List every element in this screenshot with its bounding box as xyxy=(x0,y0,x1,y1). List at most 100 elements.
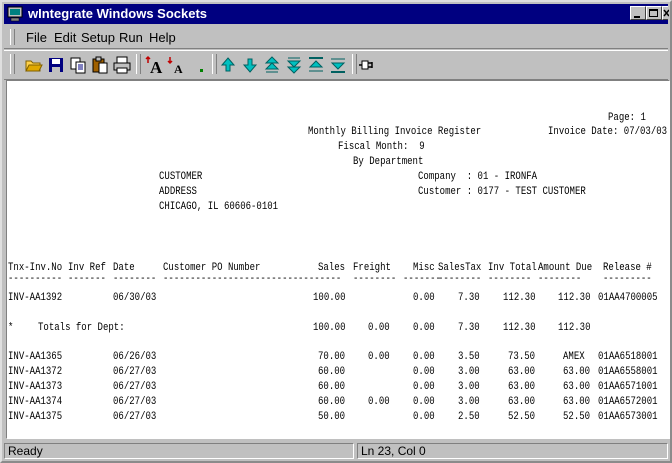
row-total: 63.00 xyxy=(508,381,536,393)
arrow-down-icon[interactable] xyxy=(240,55,260,75)
row-tax: 3.50 xyxy=(458,351,480,363)
row-sales: 50.00 xyxy=(318,411,346,423)
row1-tax: 7.30 xyxy=(458,292,480,304)
underline-tnx: ---------- xyxy=(8,273,63,285)
dept-total-misc: 0.00 xyxy=(413,322,435,334)
report-by-department: By Department xyxy=(353,156,424,168)
menu-file[interactable]: File xyxy=(26,30,47,45)
copy-icon[interactable] xyxy=(68,55,88,75)
row1-total: 112.30 xyxy=(503,292,536,304)
underline-invref: ------- xyxy=(68,273,106,285)
menu-edit-label: Edit xyxy=(54,30,77,45)
row-due: AMEX xyxy=(563,351,585,363)
underline-salestax: -------- xyxy=(438,273,482,285)
arrow-up-icon[interactable] xyxy=(218,55,238,75)
toolbar-separator xyxy=(136,54,141,74)
row-due: 63.00 xyxy=(563,366,591,378)
page-up-icon[interactable] xyxy=(262,55,282,75)
row-tnx: INV-AA1375 xyxy=(8,411,63,423)
maximize-icon xyxy=(649,9,658,17)
toolbar-grip[interactable] xyxy=(10,54,15,74)
report-fiscal-month: Fiscal Month: 9 xyxy=(338,141,425,153)
row-release: 01AA6571001 xyxy=(598,381,658,393)
print-icon[interactable] xyxy=(112,55,132,75)
dept-total-label: Totals for Dept: xyxy=(38,322,125,334)
row-due: 52.50 xyxy=(563,411,591,423)
top-icon[interactable] xyxy=(306,55,326,75)
status-position: Ln 23, Col 0 xyxy=(357,443,668,459)
row-sales: 60.00 xyxy=(318,396,346,408)
menu-edit[interactable]: Edit xyxy=(54,30,76,45)
row1-tnx: INV-AA1392 xyxy=(8,292,63,304)
report-company: Company : 01 - IRONFA xyxy=(418,171,538,183)
report-page: Page: 1 xyxy=(608,112,646,124)
customer-city: CHICAGO, IL 60606-0101 xyxy=(159,201,279,213)
row-total: 63.00 xyxy=(508,366,536,378)
toolbar-separator-2 xyxy=(212,54,217,74)
minimize-icon xyxy=(634,16,640,18)
menu-setup-label: Setup xyxy=(81,30,115,45)
dept-total-due: 112.30 xyxy=(558,322,591,334)
underline-misc: ------- xyxy=(403,273,441,285)
font-smaller-icon[interactable]: A xyxy=(166,55,186,75)
terminal-app-icon[interactable] xyxy=(7,6,23,22)
maximize-button[interactable] xyxy=(646,6,662,20)
dept-total-sales: 100.00 xyxy=(313,322,346,334)
row-tnx: INV-AA1373 xyxy=(8,381,63,393)
row-misc: 0.00 xyxy=(413,411,435,423)
page-down-icon[interactable] xyxy=(284,55,304,75)
toolbar: A A xyxy=(4,50,668,80)
connect-plug-icon[interactable] xyxy=(358,55,378,75)
menu-setup[interactable]: Setup xyxy=(81,30,115,45)
title-bar[interactable]: wIntegrate Windows Sockets xyxy=(4,4,670,24)
row-due: 63.00 xyxy=(563,381,591,393)
row-date: 06/26/03 xyxy=(113,351,157,363)
row-release: 01AA6573001 xyxy=(598,411,658,423)
address-label: ADDRESS xyxy=(159,186,197,198)
row-tax: 2.50 xyxy=(458,411,480,423)
underline-po: ------------------------- xyxy=(163,273,299,285)
underline-sales: -------- xyxy=(298,273,342,285)
terminal-screen[interactable]: Page: 1 Monthly Billing Invoice Register… xyxy=(6,80,670,439)
row1-release: 01AA4700005 xyxy=(598,292,658,304)
row-date: 06/27/03 xyxy=(113,411,157,423)
menu-file-label: File xyxy=(26,30,47,45)
row-tnx: INV-AA1365 xyxy=(8,351,63,363)
paste-icon[interactable] xyxy=(90,55,110,75)
row-misc: 0.00 xyxy=(413,366,435,378)
row-freight: 0.00 xyxy=(368,396,390,408)
open-folder-icon[interactable] xyxy=(24,55,44,75)
underline-freight: -------- xyxy=(353,273,397,285)
row1-misc: 0.00 xyxy=(413,292,435,304)
menu-help[interactable]: Help xyxy=(149,30,176,45)
underline-date: -------- xyxy=(113,273,157,285)
minimize-button[interactable] xyxy=(630,6,646,20)
bottom-icon[interactable] xyxy=(328,55,348,75)
toolbar-separator-3 xyxy=(352,54,357,74)
row-tax: 3.00 xyxy=(458,366,480,378)
row-total: 73.50 xyxy=(508,351,536,363)
menubar-grip[interactable] xyxy=(10,29,15,45)
row-date: 06/27/03 xyxy=(113,366,157,378)
dept-total-freight: 0.00 xyxy=(368,322,390,334)
underline-release: --------- xyxy=(603,273,652,285)
underline-amountdue: -------- xyxy=(538,273,582,285)
row-release: 01AA6558001 xyxy=(598,366,658,378)
window-title: wIntegrate Windows Sockets xyxy=(28,6,208,21)
row-total: 63.00 xyxy=(508,396,536,408)
row1-sales: 100.00 xyxy=(313,292,346,304)
svg-text:A: A xyxy=(174,62,183,75)
menu-help-label: Help xyxy=(149,30,176,45)
row1-due: 112.30 xyxy=(558,292,591,304)
save-disk-icon[interactable] xyxy=(46,55,66,75)
customer-label: CUSTOMER xyxy=(159,171,203,183)
report-customer: Customer : 0177 - TEST CUSTOMER xyxy=(418,186,586,198)
menu-bar: File Edit Setup Run Help xyxy=(4,26,668,49)
row-date: 06/27/03 xyxy=(113,396,157,408)
menu-run[interactable]: Run xyxy=(119,30,143,45)
status-ready: Ready xyxy=(4,443,354,459)
font-larger-icon[interactable]: A xyxy=(144,55,164,75)
dot-icon[interactable] xyxy=(192,55,212,75)
close-button[interactable] xyxy=(662,6,670,20)
dept-total-total: 112.30 xyxy=(503,322,536,334)
